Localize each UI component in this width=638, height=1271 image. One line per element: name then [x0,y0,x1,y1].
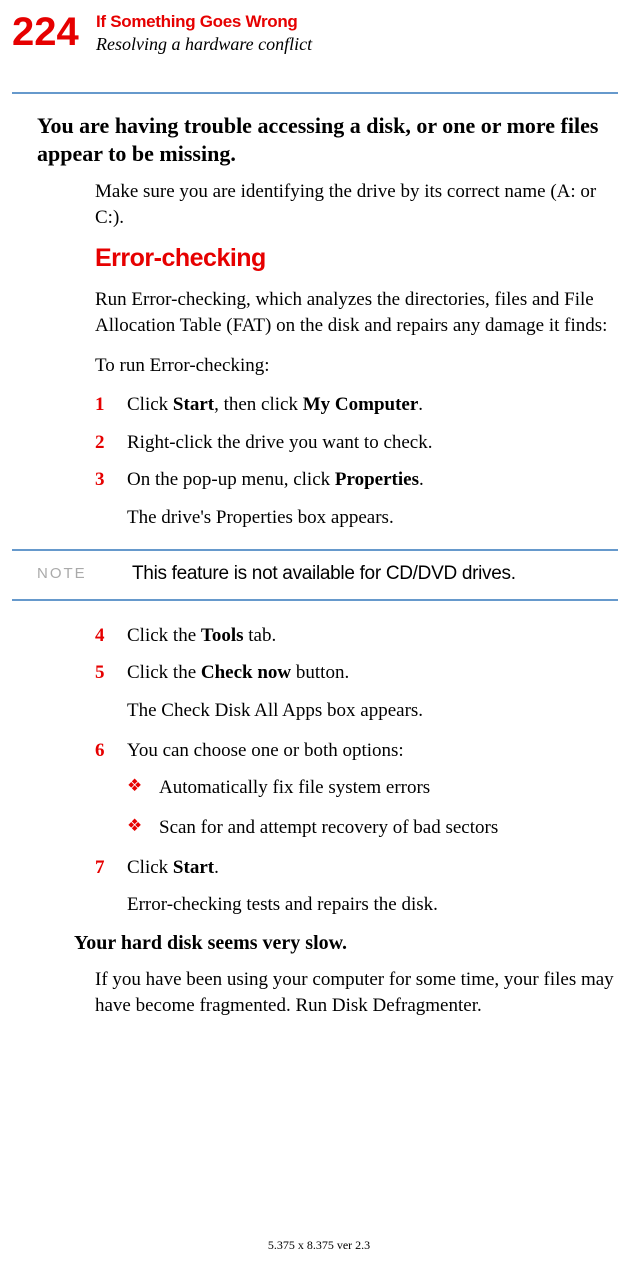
step-number: 5 [95,660,127,686]
step-text: Click Start, then click My Computer. [127,392,423,418]
step-text: On the pop-up menu, click Properties. [127,467,424,493]
header-titles: If Something Goes Wrong Resolving a hard… [96,12,312,55]
step-text: Right-click the drive you want to check. [127,430,433,456]
note-text: This feature is not available for CD/DVD… [132,563,516,585]
error-checking-intro: Run Error-checking, which analyzes the d… [95,287,617,338]
page-number: 224 [12,10,79,55]
step-6: 6 You can choose one or both options: [95,738,617,764]
step-4: 4 Click the Tools tab. [95,623,617,649]
text-part: On the pop-up menu, click [127,469,335,490]
step-number: 1 [95,392,127,418]
bullet-icon: ❖ [127,815,159,841]
step-1: 1 Click Start, then click My Computer. [95,392,617,418]
text-part: button. [291,662,349,683]
note-block: NOTE This feature is not available for C… [37,549,617,601]
bullet-2: ❖ Scan for and attempt recovery of bad s… [127,815,617,841]
step-5: 5 Click the Check now button. [95,660,617,686]
chapter-title: If Something Goes Wrong [96,12,312,32]
bullet-1: ❖ Automatically fix file system errors [127,775,617,801]
bullet-text: Scan for and attempt recovery of bad sec… [159,815,498,841]
step-number: 3 [95,467,127,493]
bullet-icon: ❖ [127,775,159,801]
section-subtitle: Resolving a hardware conflict [96,34,312,55]
note-content: NOTE This feature is not available for C… [37,551,617,599]
step-text: Click Start. [127,855,219,881]
bold-part: Tools [201,625,244,646]
bold-part: My Computer [303,394,419,415]
text-part: , then click [214,394,303,415]
to-run-label: To run Error-checking: [95,353,617,379]
step-text: Click the Check now button. [127,660,349,686]
bold-part: Properties [335,469,419,490]
text-part: . [214,857,219,878]
bold-part: Start [173,394,214,415]
text-part: Click the [127,625,201,646]
step-number: 2 [95,430,127,456]
step-3-result: The drive's Properties box appears. [127,505,617,531]
step-3: 3 On the pop-up menu, click Properties. [95,467,617,493]
text-part: Click the [127,662,201,683]
step-5-result: The Check Disk All Apps box appears. [127,698,617,724]
step-2: 2 Right-click the drive you want to chec… [95,430,617,456]
slow-heading: Your hard disk seems very slow. [74,932,617,955]
step-number: 6 [95,738,127,764]
note-label: NOTE [37,563,132,585]
step-text: Click the Tools tab. [127,623,276,649]
step-number: 4 [95,623,127,649]
step-7-result: Error-checking tests and repairs the dis… [127,892,617,918]
step-7: 7 Click Start. [95,855,617,881]
error-checking-heading: Error-checking [95,244,617,273]
text-part: tab. [244,625,277,646]
bold-part: Start [173,857,214,878]
note-rule-bottom [12,599,618,601]
step-text: You can choose one or both options: [127,738,404,764]
step-number: 7 [95,855,127,881]
text-part: Click [127,857,173,878]
bullet-text: Automatically fix file system errors [159,775,430,801]
main-content: You are having trouble accessing a disk,… [37,112,617,1032]
text-part: . [418,394,423,415]
text-part: . [419,469,424,490]
bold-part: Check now [201,662,291,683]
heading-trouble: You are having trouble accessing a disk,… [37,112,617,167]
body-trouble: Make sure you are identifying the drive … [95,179,617,230]
text-part: Click [127,394,173,415]
divider-top [12,92,618,94]
slow-body: If you have been using your computer for… [95,967,617,1018]
footer-version: 5.375 x 8.375 ver 2.3 [268,1238,370,1253]
